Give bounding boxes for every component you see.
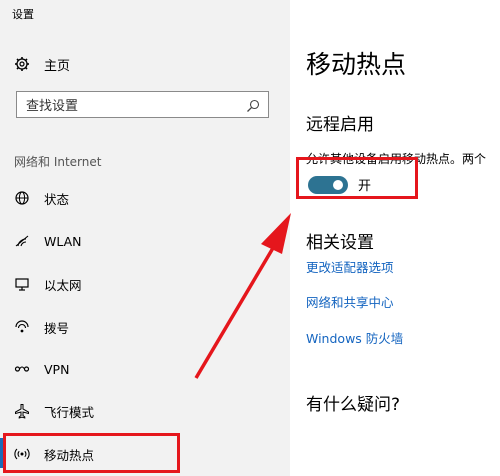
sidebar-item-status[interactable]: 状态 [14, 185, 69, 211]
question-heading: 有什么疑问? [306, 395, 401, 415]
search-placeholder: 查找设置 [26, 99, 79, 114]
sidebar-item-label: WLAN [44, 233, 82, 249]
wifi-icon [14, 233, 30, 249]
link-adapter-options[interactable]: 更改适配器选项 [306, 257, 394, 276]
selected-indicator [0, 438, 4, 468]
home-label: 主页 [44, 58, 71, 74]
search-input[interactable]: 查找设置 [16, 91, 269, 118]
link-network-sharing-center[interactable]: 网络和共享中心 [306, 292, 394, 311]
sidebar-item-airplane-mode[interactable]: 飞行模式 [14, 398, 94, 424]
sidebar-item-wlan[interactable]: WLAN [14, 228, 82, 254]
sidebar-item-label: 状态 [44, 191, 70, 207]
sidebar-item-vpn[interactable]: VPN [14, 356, 69, 382]
window-title: 设置 [12, 8, 34, 21]
globe-icon [14, 190, 30, 206]
section-label: 网络和 Internet [14, 155, 102, 169]
search-icon[interactable] [246, 98, 260, 112]
sidebar-item-mobile-hotspot[interactable]: 移动热点 [14, 441, 94, 467]
sidebar-item-ethernet[interactable]: 以太网 [14, 271, 82, 297]
sidebar-item-label: VPN [44, 361, 70, 377]
gear-icon [14, 56, 30, 72]
dialup-icon [14, 319, 30, 335]
remote-heading: 远程启用 [306, 115, 374, 135]
main-content: 移动热点 远程启用 允许其他设备启用移动热点。两个 开 相关设置 更改适配器选项… [290, 0, 500, 476]
airplane-icon [14, 403, 30, 419]
sidebar-item-dialup[interactable]: 拨号 [14, 314, 69, 340]
sidebar: 设置 主页 查找设置 网络和 Internet 状态 WLAN 以太网 拨号 V… [0, 0, 290, 476]
related-heading: 相关设置 [306, 233, 374, 253]
remote-toggle[interactable] [308, 175, 348, 194]
link-windows-firewall[interactable]: Windows 防火墙 [306, 328, 403, 347]
remote-toggle-row: 开 [308, 175, 371, 194]
toggle-state-label: 开 [358, 179, 372, 194]
sidebar-item-label: 飞行模式 [44, 404, 95, 420]
hotspot-icon [14, 446, 30, 462]
vpn-icon [14, 361, 30, 377]
sidebar-item-label: 以太网 [44, 277, 82, 293]
toggle-knob [333, 179, 343, 190]
ethernet-icon [14, 276, 30, 292]
sidebar-item-label: 拨号 [44, 320, 70, 336]
home-nav-item[interactable]: 主页 [14, 54, 70, 74]
sidebar-item-label: 移动热点 [44, 447, 95, 463]
remote-description: 允许其他设备启用移动热点。两个 [306, 152, 487, 166]
page-title: 移动热点 [306, 50, 407, 79]
